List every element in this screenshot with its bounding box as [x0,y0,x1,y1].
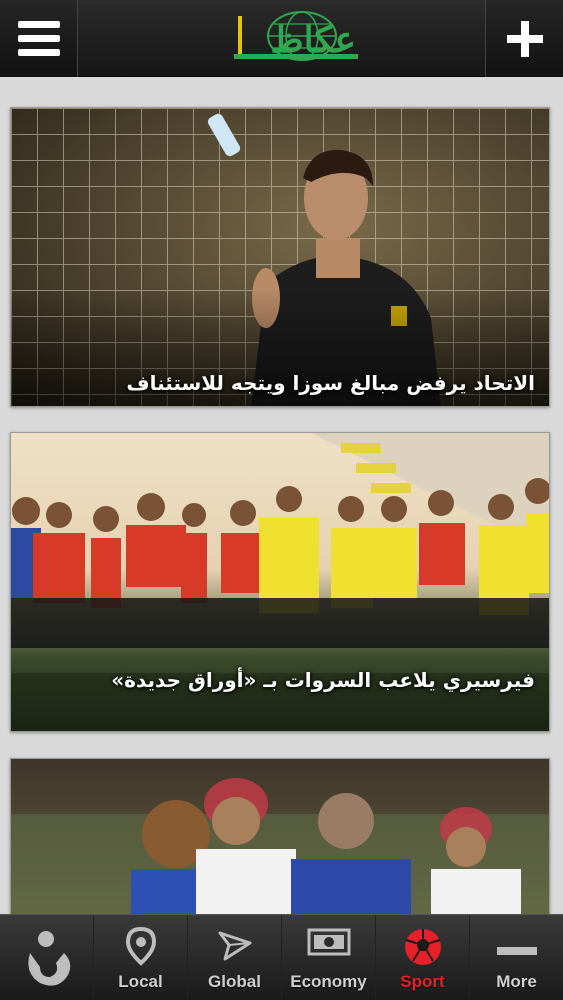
money-icon [307,928,350,956]
tab-label: More [496,972,537,991]
tab-more[interactable]: More [470,915,563,1000]
tab-economy[interactable]: Economy [282,915,376,1000]
tab-local[interactable]: Local [94,915,188,1000]
hamburger-icon [17,21,60,56]
article-card[interactable]: الاتحاد يرفض مبالغ سوزا ويتجه للاستئناف [10,107,550,407]
news-feed[interactable]: الاتحاد يرفض مبالغ سوزا ويتجه للاستئناف [0,77,563,914]
logo-wordmark: عكاظ [270,19,357,61]
app-header: عكاظ [0,0,563,77]
tab-label: Local [118,972,163,991]
article-photo [11,108,549,406]
article-card[interactable]: فيرسيري يلاعب السروات بـ «أوراق جديدة» [10,432,550,732]
article-headline: فيرسيري يلاعب السروات بـ «أوراق جديدة» [111,668,535,692]
tab-label: Sport [400,972,445,991]
bottom-tab-bar: Local Global Economy Sport More [0,914,563,1000]
tab-label: Economy [290,972,367,991]
okaz-brand-icon [27,930,70,986]
tab-home[interactable] [0,915,94,1000]
plus-icon [506,20,543,57]
article-headline: الاتحاد يرفض مبالغ سوزا ويتجه للاستئناف [126,371,535,395]
menu-button[interactable] [0,0,78,77]
add-button[interactable] [485,0,563,77]
location-pin-icon [125,927,156,966]
football-icon [404,929,441,965]
minus-icon [496,947,537,955]
okaz-logo: عكاظ [232,10,360,66]
paper-plane-icon [218,931,251,961]
tab-sport[interactable]: Sport [376,915,470,1000]
tab-label: Global [208,972,261,991]
article-photo [11,759,549,914]
article-card[interactable] [10,758,550,914]
tab-global[interactable]: Global [188,915,282,1000]
